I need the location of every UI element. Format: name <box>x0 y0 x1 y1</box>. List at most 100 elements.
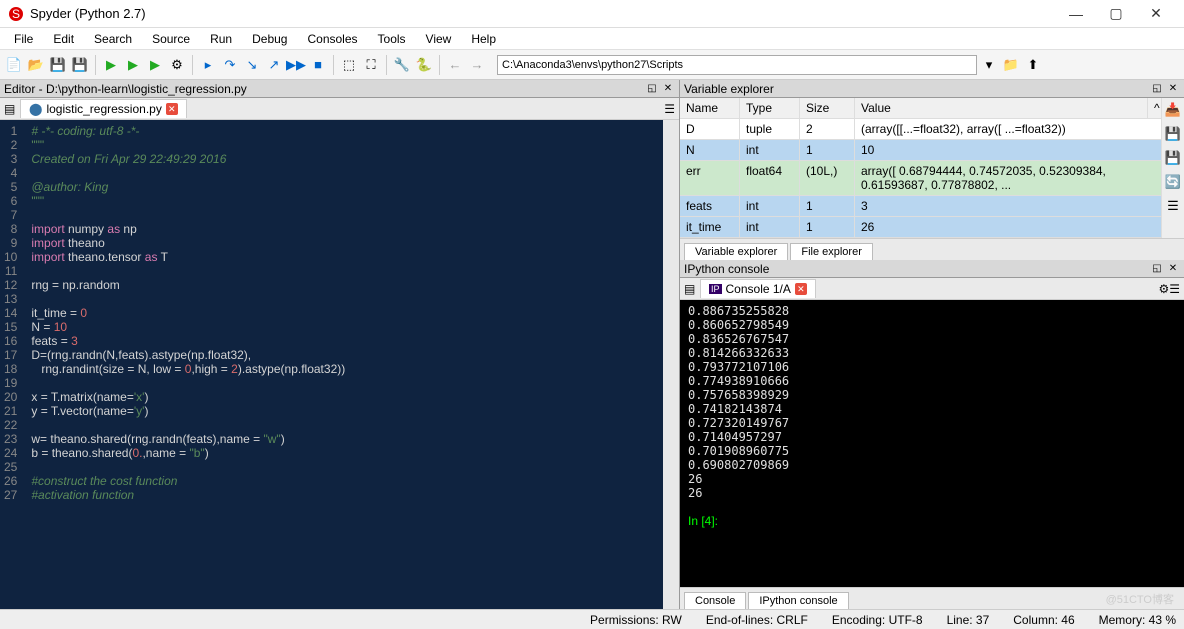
col-value[interactable]: Value <box>855 98 1148 118</box>
window-title: Spyder (Python 2.7) <box>30 6 1056 21</box>
var-row[interactable]: Dtuple2(array([[...=float32), array([ ..… <box>680 119 1162 140</box>
pane-undock-icon[interactable]: ◱ <box>1150 263 1164 274</box>
step-out-icon[interactable]: ↗ <box>264 55 284 75</box>
menu-search[interactable]: Search <box>84 30 142 48</box>
continue-icon[interactable]: ▶▶ <box>286 55 306 75</box>
menu-help[interactable]: Help <box>461 30 506 48</box>
editor-pane-title: Editor - D:\python-learn\logistic_regres… <box>0 80 679 98</box>
tab-list-icon[interactable]: ▤ <box>684 282 700 296</box>
menu-edit[interactable]: Edit <box>43 30 84 48</box>
var-row[interactable]: errfloat64(10L,)array([ 0.68794444, 0.74… <box>680 161 1162 196</box>
var-row[interactable]: it_timeint126 <box>680 217 1162 238</box>
close-button[interactable]: ✕ <box>1136 5 1176 22</box>
var-tabs: Variable explorerFile explorer <box>680 238 1184 260</box>
options-icon[interactable]: ☰ <box>1167 198 1179 214</box>
max-icon[interactable]: ⬚ <box>339 55 359 75</box>
console-area: 0.886735255828 0.860652798549 0.83652676… <box>680 300 1184 587</box>
menu-bar: FileEditSearchSourceRunDebugConsolesTool… <box>0 28 1184 50</box>
step-over-icon[interactable]: ↷ <box>220 55 240 75</box>
editor-panel: Editor - D:\python-learn\logistic_regres… <box>0 80 680 609</box>
parent-dir-icon[interactable]: ⬆ <box>1023 55 1043 75</box>
col-name[interactable]: Name <box>680 98 740 118</box>
var-row[interactable]: Nint110 <box>680 140 1162 161</box>
title-bar: S Spyder (Python 2.7) — ▢ ✕ <box>0 0 1184 28</box>
refresh-icon[interactable]: 🔄 <box>1165 174 1181 190</box>
options-icon[interactable]: ☰ <box>1169 282 1180 296</box>
var-explorer-wrap: Name Type Size Value ^ Dtuple2(array([[.… <box>680 98 1184 238</box>
save-icon[interactable]: 💾 <box>48 55 68 75</box>
var-toolbar: 📥 💾 💾 🔄 ☰ <box>1162 98 1184 238</box>
run-cell-icon[interactable]: ▶ <box>123 55 143 75</box>
menu-run[interactable]: Run <box>200 30 242 48</box>
open-file-icon[interactable]: 📂 <box>26 55 46 75</box>
working-dir-input[interactable] <box>497 55 977 75</box>
debug-icon[interactable]: ▸ <box>198 55 218 75</box>
separator <box>386 55 387 75</box>
stop-icon[interactable]: ■ <box>308 55 328 75</box>
code-editor[interactable]: 1234567891011121314151617181920212223242… <box>0 120 679 609</box>
var-row[interactable]: featsint13 <box>680 196 1162 217</box>
col-type[interactable]: Type <box>740 98 800 118</box>
editor-scrollbar[interactable] <box>663 120 679 609</box>
step-into-icon[interactable]: ↘ <box>242 55 262 75</box>
ipython-icon: IP <box>709 284 722 294</box>
interrupt-icon[interactable]: ⚙ <box>1158 282 1169 296</box>
status-permissions: Permissions: RW <box>590 613 682 627</box>
tab-console[interactable]: Console <box>684 592 746 609</box>
tab-close-icon[interactable]: ✕ <box>166 103 178 115</box>
editor-tabbar: ▤ ⬤ logistic_regression.py ✕ ☰ <box>0 98 679 120</box>
new-file-icon[interactable]: 📄 <box>4 55 24 75</box>
status-bar: Permissions: RW End-of-lines: CRLF Encod… <box>0 609 1184 629</box>
tab-label: logistic_regression.py <box>46 102 161 116</box>
import-data-icon[interactable]: 📥 <box>1165 102 1181 118</box>
tab-close-icon[interactable]: ✕ <box>795 283 807 295</box>
col-scroll: ^ <box>1148 98 1162 118</box>
toolbar: 📄 📂 💾 💾 ▶ ▶ ▶ ⚙ ▸ ↷ ↘ ↗ ▶▶ ■ ⬚ ⛶ 🔧 🐍 ← →… <box>0 50 1184 80</box>
menu-view[interactable]: View <box>416 30 462 48</box>
console-output[interactable]: 0.886735255828 0.860652798549 0.83652676… <box>680 300 1184 587</box>
maximize-button[interactable]: ▢ <box>1096 5 1136 22</box>
python-file-icon: ⬤ <box>29 102 42 116</box>
fullscreen-icon[interactable]: ⛶ <box>361 55 381 75</box>
minimize-button[interactable]: — <box>1056 6 1096 22</box>
console-title-text: IPython console <box>684 262 769 276</box>
pane-undock-icon[interactable]: ◱ <box>1150 83 1164 94</box>
save-as-icon[interactable]: 💾 <box>1165 150 1181 166</box>
watermark: @51CTO博客 <box>1106 591 1174 607</box>
browse-dir-icon[interactable]: 📁 <box>1001 55 1021 75</box>
run-icon[interactable]: ▶ <box>101 55 121 75</box>
python-path-icon[interactable]: 🐍 <box>414 55 434 75</box>
pane-close-icon[interactable]: ✕ <box>1166 263 1180 274</box>
tab-file[interactable]: ⬤ logistic_regression.py ✕ <box>20 99 187 118</box>
separator <box>95 55 96 75</box>
tab-file-explorer[interactable]: File explorer <box>790 243 873 260</box>
tab-ipython-console[interactable]: IPython console <box>748 592 848 609</box>
dir-dropdown-icon[interactable]: ▾ <box>979 55 999 75</box>
preferences-icon[interactable]: 🔧 <box>392 55 412 75</box>
pane-close-icon[interactable]: ✕ <box>661 83 675 94</box>
tab-list-icon[interactable]: ▤ <box>4 102 20 116</box>
save-data-icon[interactable]: 💾 <box>1165 126 1181 142</box>
pane-undock-icon[interactable]: ◱ <box>645 83 659 94</box>
pane-close-icon[interactable]: ✕ <box>1166 83 1180 94</box>
editor-title-text: Editor - D:\python-learn\logistic_regres… <box>4 82 247 96</box>
menu-consoles[interactable]: Consoles <box>297 30 367 48</box>
run-selection-icon[interactable]: ▶ <box>145 55 165 75</box>
tab-variable-explorer[interactable]: Variable explorer <box>684 243 788 260</box>
col-size[interactable]: Size <box>800 98 855 118</box>
forward-icon[interactable]: → <box>467 55 487 75</box>
save-all-icon[interactable]: 💾 <box>70 55 90 75</box>
status-encoding: Encoding: UTF-8 <box>832 613 923 627</box>
app-icon: S <box>8 6 24 22</box>
menu-source[interactable]: Source <box>142 30 200 48</box>
options-icon[interactable]: ☰ <box>664 102 675 116</box>
back-icon[interactable]: ← <box>445 55 465 75</box>
menu-file[interactable]: File <box>4 30 43 48</box>
console-tab[interactable]: IP Console 1/A ✕ <box>700 279 816 298</box>
status-line: Line: 37 <box>947 613 990 627</box>
run-config-icon[interactable]: ⚙ <box>167 55 187 75</box>
status-memory: Memory: 43 % <box>1099 613 1176 627</box>
menu-tools[interactable]: Tools <box>368 30 416 48</box>
separator <box>333 55 334 75</box>
menu-debug[interactable]: Debug <box>242 30 297 48</box>
